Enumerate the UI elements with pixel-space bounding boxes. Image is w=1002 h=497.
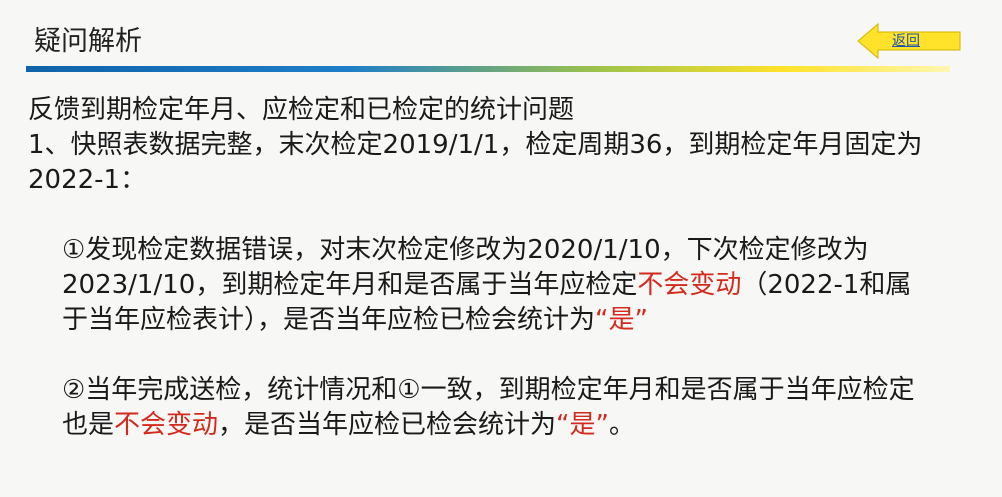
title-divider <box>26 66 950 72</box>
highlight-text: 不会变动 <box>637 270 742 300</box>
point-1: 1、快照表数据完整，末次检定2019/1/1，检定周期36，到期检定年月固定为2… <box>28 130 923 195</box>
sub-point-1: ①发现检定数据错误，对末次检定修改为2020/1/10，下次检定修改为2023/… <box>28 233 928 338</box>
back-button[interactable]: 返回 <box>856 22 964 60</box>
page-title: 疑问解析 <box>34 26 142 57</box>
slide-content: 反馈到期检定年月、应检定和已检定的统计问题 1、快照表数据完整，末次检定2019… <box>28 93 928 443</box>
sub-point-2-end: 。 <box>609 410 636 440</box>
quote-text: “是” <box>556 410 609 440</box>
quote-text: “是” <box>595 305 648 335</box>
content-heading: 反馈到期检定年月、应检定和已检定的统计问题 <box>28 95 575 125</box>
back-label[interactable]: 返回 <box>892 33 920 49</box>
sub-point-2-middle: ，是否当年应检已检会统计为 <box>218 410 557 440</box>
sub-point-2: ②当年完成送检，统计情况和①一致，到期检定年月和是否属于当年应检定也是不会变动，… <box>28 373 928 443</box>
highlight-text: 不会变动 <box>114 410 219 440</box>
